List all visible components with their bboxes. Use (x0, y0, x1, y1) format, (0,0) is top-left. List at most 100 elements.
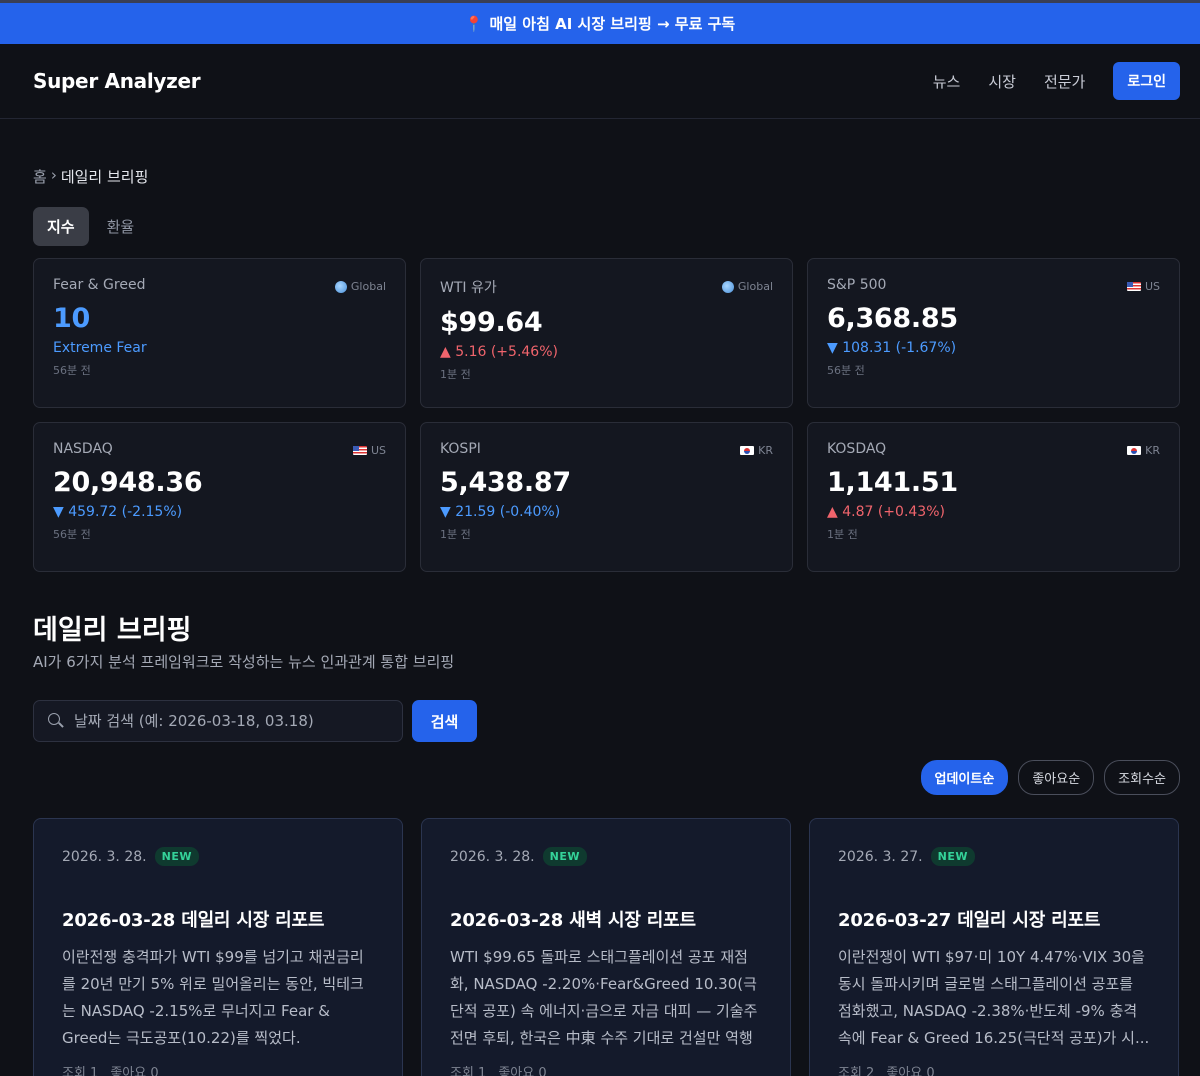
new-badge: NEW (154, 847, 199, 866)
report-title[interactable]: 2026-03-28 새벽 시장 리포트 (450, 906, 762, 932)
card-time: 1분 전 (440, 528, 471, 541)
market-card-kospi[interactable]: KOSPI KR 5,438.87 ▼ 21.59 (-0.40%) 1분 전 (420, 422, 793, 572)
region-label: US (1144, 280, 1160, 293)
report-list: 2026. 3. 28. NEW 2026-03-28 데일리 시장 리포트 이… (33, 818, 1180, 1076)
report-title[interactable]: 2026-03-28 데일리 시장 리포트 (62, 906, 374, 932)
nav-link-experts[interactable]: 전문가 (1044, 71, 1085, 92)
card-value: 1,141.51 (827, 467, 958, 498)
card-change: ▼ 21.59 (-0.40%) (440, 504, 561, 520)
market-tabs: 지수 환율 (33, 207, 148, 246)
card-region: US (352, 444, 386, 457)
region-label: Global (737, 280, 773, 293)
search-button[interactable]: 검색 (412, 700, 477, 742)
new-badge: NEW (930, 847, 975, 866)
promo-banner[interactable]: 📍 매일 아침 AI 시장 브리핑 → 무료 구독 (0, 0, 1200, 44)
report-card[interactable]: 2026. 3. 28. NEW 2026-03-28 새벽 시장 리포트 WT… (421, 818, 791, 1076)
brand-logo[interactable]: Super Analyzer (33, 69, 201, 93)
breadcrumb-separator: › (50, 166, 57, 184)
report-stats: 조회 2 좋아요 0 (838, 1062, 1150, 1076)
card-value: 10 (53, 303, 90, 334)
report-date: 2026. 3. 27. (838, 848, 923, 865)
report-card[interactable]: 2026. 3. 27. NEW 2026-03-27 데일리 시장 리포트 이… (809, 818, 1179, 1076)
kr-flag-icon (1127, 446, 1142, 455)
card-region: Global (721, 280, 773, 293)
sort-likes[interactable]: 좋아요순 (1018, 760, 1095, 795)
report-likes: 좋아요 0 (498, 1066, 547, 1076)
card-value: $99.64 (440, 307, 543, 338)
breadcrumb-current: 데일리 브리핑 (60, 168, 149, 186)
card-change: Extreme Fear (53, 340, 147, 356)
report-date: 2026. 3. 28. (62, 848, 147, 865)
card-region: US (1126, 280, 1160, 293)
report-meta: 2026. 3. 27. NEW (838, 847, 1150, 866)
report-views: 조회 1 (450, 1066, 487, 1076)
card-change: ▼ 459.72 (-2.15%) (53, 504, 183, 520)
search-icon (48, 713, 64, 729)
sort-options: 업데이트순 좋아요순 조회수순 (920, 760, 1180, 795)
pin-icon: 📍 (464, 14, 484, 33)
breadcrumb-home[interactable]: 홈 (33, 166, 47, 187)
region-label: KR (1145, 444, 1160, 457)
new-badge: NEW (542, 847, 587, 866)
report-meta: 2026. 3. 28. NEW (450, 847, 762, 866)
report-views: 조회 1 (62, 1066, 99, 1076)
card-change: ▲ 5.16 (+5.46%) (440, 344, 558, 360)
kr-flag-icon (740, 446, 755, 455)
market-card-fear-greed[interactable]: Fear & Greed Global 10 Extreme Fear 56분 … (33, 258, 406, 408)
report-summary: WTI $99.65 돌파로 스태그플레이션 공포 재점화, NASDAQ -2… (450, 948, 758, 1047)
card-change: ▲ 4.87 (+0.43%) (827, 504, 945, 520)
market-card-nasdaq[interactable]: NASDAQ US 20,948.36 ▼ 459.72 (-2.15%) 56… (33, 422, 406, 572)
report-summary: 이란전쟁 충격파가 WTI $99를 넘기고 채권금리를 20년 만기 5% 위… (62, 948, 364, 1047)
section-title: 데일리 브리핑 (33, 615, 192, 646)
card-region: KR (1127, 444, 1160, 457)
nav-link-market[interactable]: 시장 (988, 71, 1016, 92)
card-label: KOSPI (440, 441, 481, 457)
search-box (33, 700, 403, 742)
report-stats: 조회 1 좋아요 0 (450, 1062, 762, 1076)
report-likes: 좋아요 0 (110, 1066, 159, 1076)
nav-link-news[interactable]: 뉴스 (933, 71, 961, 92)
card-time: 56분 전 (827, 364, 865, 377)
report-meta: 2026. 3. 28. NEW (62, 847, 374, 866)
login-button[interactable]: 로그인 (1113, 62, 1180, 100)
breadcrumb: 홈 › 데일리 브리핑 (33, 166, 148, 187)
card-value: 6,368.85 (827, 303, 958, 334)
date-search-input[interactable] (74, 712, 374, 730)
section-subtitle: AI가 6가지 분석 프레임워크로 작성하는 뉴스 인과관계 통합 브리핑 (33, 653, 455, 671)
nav-links: 뉴스 시장 전문가 로그인 (933, 62, 1180, 100)
market-card-kosdaq[interactable]: KOSDAQ KR 1,141.51 ▲ 4.87 (+0.43%) 1분 전 (807, 422, 1180, 572)
market-card-wti[interactable]: WTI 유가 Global $99.64 ▲ 5.16 (+5.46%) 1분 … (420, 258, 793, 408)
card-region: Global (334, 280, 386, 293)
globe-icon (721, 280, 734, 293)
report-title[interactable]: 2026-03-27 데일리 시장 리포트 (838, 906, 1150, 932)
tab-index[interactable]: 지수 (33, 207, 89, 246)
card-time: 56분 전 (53, 528, 91, 541)
region-label: KR (758, 444, 773, 457)
sort-views[interactable]: 조회수순 (1104, 760, 1180, 795)
card-region: KR (740, 444, 773, 457)
top-nav: Super Analyzer 뉴스 시장 전문가 로그인 (0, 44, 1200, 119)
card-label: KOSDAQ (827, 441, 887, 457)
card-time: 1분 전 (827, 528, 858, 541)
region-label: US (370, 444, 386, 457)
report-summary: 이란전쟁이 WTI $97·미 10Y 4.47%·VIX 30을 동시 돌파시… (838, 948, 1150, 1047)
market-cards: Fear & Greed Global 10 Extreme Fear 56분 … (33, 258, 1180, 572)
card-time: 56분 전 (53, 364, 91, 377)
report-date: 2026. 3. 28. (450, 848, 535, 865)
market-card-sp500[interactable]: S&P 500 US 6,368.85 ▼ 108.31 (-1.67%) 56… (807, 258, 1180, 408)
tab-exchange[interactable]: 환율 (93, 207, 149, 246)
sort-updated[interactable]: 업데이트순 (920, 760, 1009, 795)
card-change: ▼ 108.31 (-1.67%) (827, 340, 957, 356)
card-label: NASDAQ (53, 441, 113, 457)
card-value: 20,948.36 (53, 467, 203, 498)
report-card[interactable]: 2026. 3. 28. NEW 2026-03-28 데일리 시장 리포트 이… (33, 818, 403, 1076)
report-views: 조회 2 (838, 1066, 875, 1076)
report-likes: 좋아요 0 (886, 1066, 935, 1076)
us-flag-icon (1126, 282, 1141, 291)
card-label: S&P 500 (827, 277, 887, 293)
report-stats: 조회 1 좋아요 0 (62, 1062, 374, 1076)
card-time: 1분 전 (440, 368, 471, 381)
us-flag-icon (352, 446, 367, 455)
region-label: Global (350, 280, 386, 293)
card-value: 5,438.87 (440, 467, 571, 498)
